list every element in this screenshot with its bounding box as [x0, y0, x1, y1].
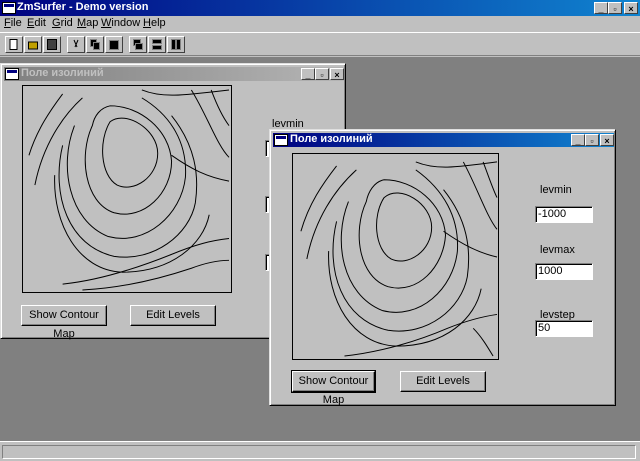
- show-contour-map-button[interactable]: Show Contour Map: [291, 370, 376, 406]
- levmin-label: levmin: [540, 184, 572, 196]
- cascade-icon: [133, 39, 143, 50]
- restore-icon[interactable]: ▫: [608, 2, 622, 14]
- levmax-label: levmax: [540, 244, 575, 256]
- close-icon[interactable]: ×: [600, 134, 614, 146]
- minimize-icon[interactable]: _: [594, 2, 608, 14]
- menu-map[interactable]: Map: [77, 17, 98, 29]
- back-window-titlebar[interactable]: Поле изолиний _ ▫ ×: [4, 67, 344, 81]
- menubar: File Edit Grid Map Window Help: [0, 16, 640, 31]
- menu-edit[interactable]: Edit: [27, 17, 46, 29]
- minimize-icon[interactable]: _: [571, 134, 585, 146]
- back-show-contour-map-button[interactable]: Show Contour Map: [21, 305, 107, 340]
- menu-grid[interactable]: Grid: [52, 17, 73, 29]
- app-title: ZmSurfer - Demo version: [17, 1, 149, 13]
- open-folder-button[interactable]: [24, 36, 42, 53]
- close-icon[interactable]: ×: [330, 68, 344, 80]
- copy-button[interactable]: [86, 36, 104, 53]
- contour-window-front[interactable]: Поле изолиний _ ▫ × levmin -1000 levmax …: [269, 129, 616, 406]
- app-titlebar: ZmSurfer - Demo version _ ▫ ×: [0, 0, 640, 16]
- tile-horizontal-button[interactable]: [148, 36, 166, 53]
- contour-plot-back: [22, 85, 232, 293]
- edit-levels-button[interactable]: Edit Levels: [400, 371, 486, 392]
- contour-plot-front: [292, 153, 499, 360]
- save-icon: [47, 39, 57, 50]
- tile-vertical-button[interactable]: [167, 36, 185, 53]
- minimize-icon[interactable]: _: [301, 68, 315, 80]
- menu-help[interactable]: Help: [143, 17, 166, 29]
- back-edit-levels-button[interactable]: Edit Levels: [130, 305, 216, 326]
- paste-button[interactable]: [105, 36, 123, 53]
- menu-window[interactable]: Window: [101, 17, 140, 29]
- tile-horizontal-icon: [152, 39, 162, 50]
- back-window-title: Поле изолиний: [21, 67, 104, 79]
- window-icon[interactable]: [5, 68, 19, 80]
- copy-icon: [90, 39, 100, 50]
- menu-file[interactable]: File: [4, 17, 22, 29]
- front-window-title: Поле изолиний: [290, 133, 373, 145]
- levmax-field[interactable]: 1000: [535, 263, 593, 280]
- front-window-titlebar[interactable]: Поле изолиний _ ▫ ×: [273, 133, 614, 147]
- levstep-field[interactable]: 50: [535, 320, 593, 337]
- levmin-field[interactable]: -1000: [535, 206, 593, 223]
- cut-icon: [73, 39, 79, 48]
- save-button[interactable]: [43, 36, 61, 53]
- statusbar: [0, 441, 640, 461]
- app-icon[interactable]: [2, 2, 16, 14]
- maximize-icon[interactable]: ▫: [315, 68, 329, 80]
- new-file-icon: [9, 39, 18, 50]
- maximize-icon[interactable]: ▫: [585, 134, 599, 146]
- new-file-button[interactable]: [5, 36, 23, 53]
- status-panel: [2, 445, 636, 459]
- paste-icon: [109, 40, 119, 50]
- toolbar: [0, 32, 640, 56]
- window-icon[interactable]: [274, 134, 288, 146]
- cut-button[interactable]: [67, 36, 85, 53]
- tile-vertical-icon: [171, 39, 181, 50]
- cascade-button[interactable]: [129, 36, 147, 53]
- open-folder-icon: [28, 41, 38, 50]
- close-icon[interactable]: ×: [624, 2, 638, 14]
